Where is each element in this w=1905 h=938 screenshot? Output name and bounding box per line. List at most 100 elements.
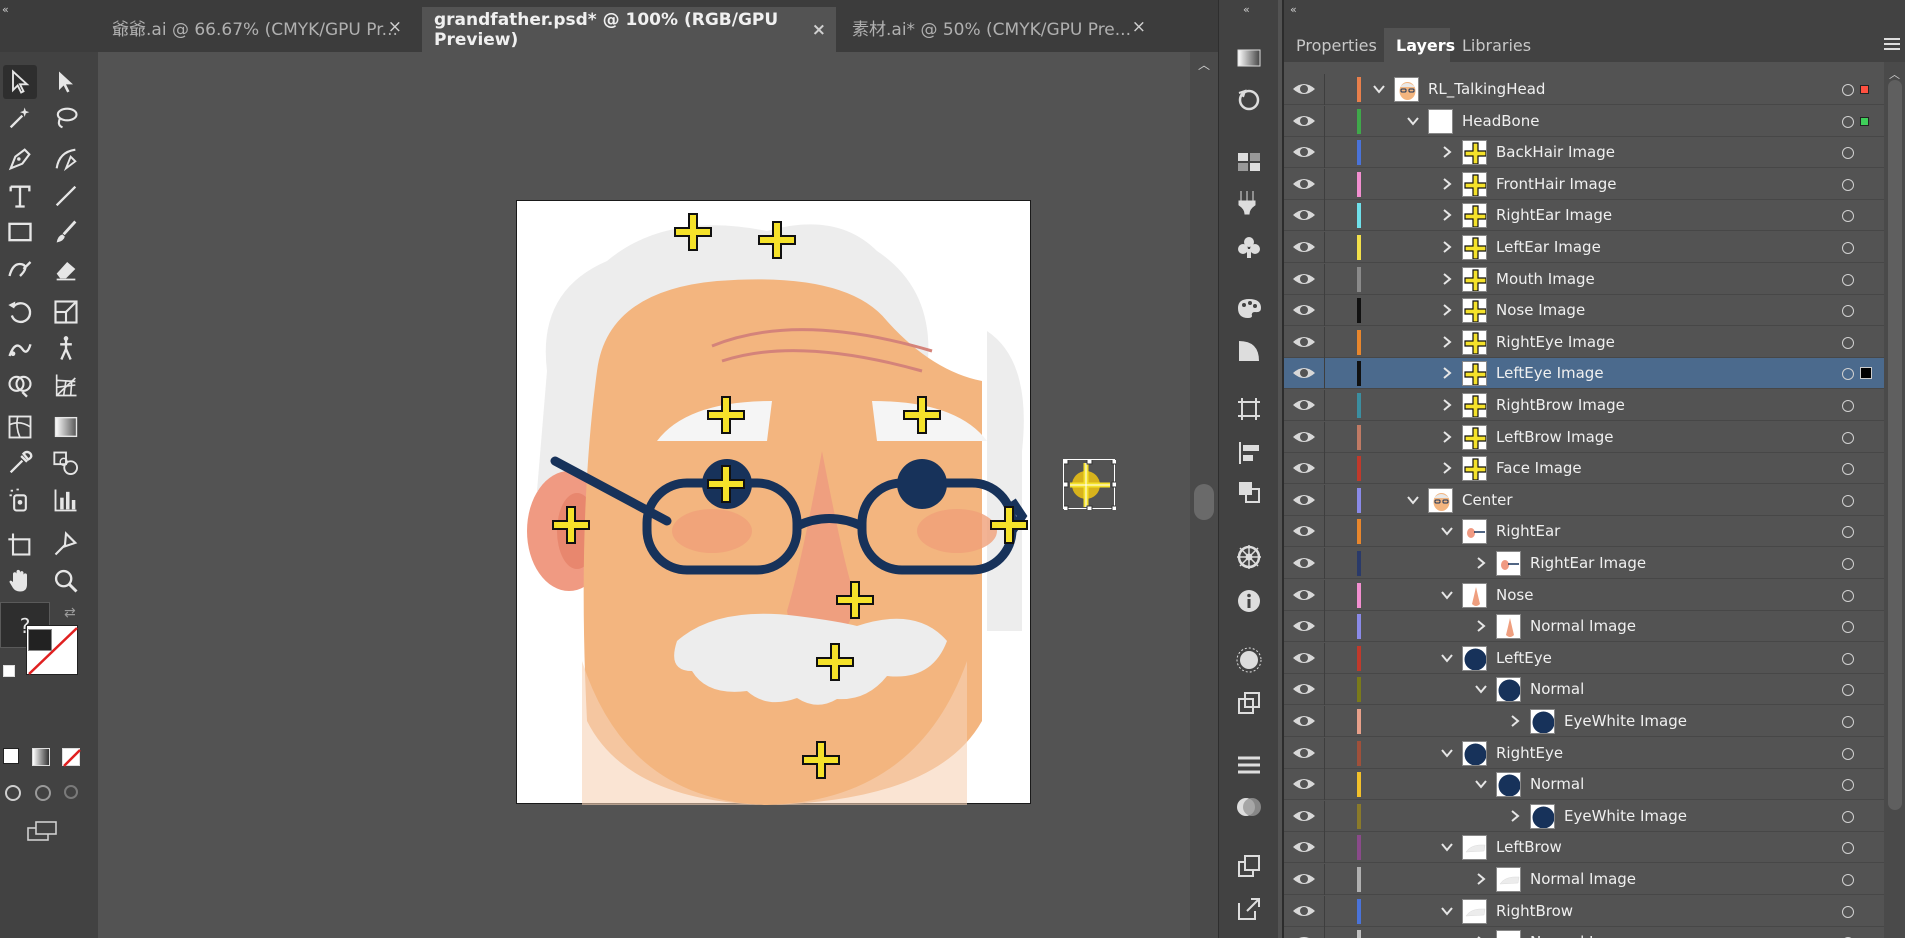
- scale-tool-icon[interactable]: [49, 295, 83, 329]
- target-icon[interactable]: [1842, 336, 1854, 349]
- draw-inside-icon[interactable]: [64, 785, 78, 799]
- layer-row[interactable]: RightEar: [1284, 516, 1884, 548]
- screen-mode-icon[interactable]: [26, 820, 58, 842]
- eyedropper-tool-icon[interactable]: [3, 446, 37, 480]
- layer-name[interactable]: LeftBrow: [1496, 838, 1562, 856]
- layer-name[interactable]: LeftEar Image: [1496, 238, 1601, 256]
- layer-row[interactable]: LeftBrow: [1284, 832, 1884, 864]
- target-icon[interactable]: [1842, 810, 1854, 823]
- canvas-scroll-thumb[interactable]: [1194, 484, 1214, 520]
- none-mode-icon[interactable]: [62, 748, 81, 767]
- visibility-eye-icon[interactable]: [1292, 237, 1316, 257]
- chevron-down-icon[interactable]: [1372, 81, 1386, 95]
- layer-name[interactable]: RightEar: [1496, 522, 1560, 540]
- chevron-down-icon[interactable]: [1406, 113, 1420, 127]
- target-icon[interactable]: [1842, 305, 1854, 318]
- layer-row[interactable]: RightEye: [1284, 737, 1884, 769]
- chevron-right-icon[interactable]: [1440, 239, 1454, 253]
- lock-column[interactable]: [1324, 516, 1325, 548]
- lock-column[interactable]: [1324, 737, 1325, 769]
- chevron-right-icon[interactable]: [1474, 618, 1488, 632]
- target-icon[interactable]: [1842, 652, 1854, 665]
- target-icon[interactable]: [1842, 842, 1854, 855]
- visibility-eye-icon[interactable]: [1292, 363, 1316, 383]
- lock-column[interactable]: [1324, 390, 1325, 421]
- color-mode-icon[interactable]: [3, 748, 19, 764]
- chevron-right-icon[interactable]: [1440, 365, 1454, 380]
- layer-name[interactable]: RightBrow: [1496, 902, 1573, 920]
- target-icon[interactable]: [1842, 747, 1854, 760]
- expand-panels-icon[interactable]: «: [1243, 3, 1250, 16]
- layers-scrollbar[interactable]: ︿: [1884, 62, 1905, 938]
- selection-indicator[interactable]: [1860, 367, 1872, 380]
- layer-row[interactable]: Mouth Image: [1284, 263, 1884, 295]
- target-icon[interactable]: [1842, 463, 1854, 476]
- brushes-panel-icon[interactable]: [1233, 186, 1265, 218]
- visibility-eye-icon[interactable]: [1292, 395, 1316, 415]
- chevron-right-icon[interactable]: [1474, 555, 1488, 569]
- column-graph-tool-icon[interactable]: [49, 483, 83, 517]
- visibility-eye-icon[interactable]: [1292, 79, 1316, 99]
- layer-name[interactable]: EyeWhite Image: [1564, 807, 1687, 825]
- tab-properties[interactable]: Properties: [1284, 28, 1384, 62]
- lock-column[interactable]: [1324, 326, 1325, 358]
- zoom-tool-icon[interactable]: [49, 564, 83, 598]
- layer-name[interactable]: BackHair Image: [1496, 143, 1615, 161]
- chevron-right-icon[interactable]: [1440, 144, 1454, 158]
- chevron-right-icon[interactable]: [1440, 271, 1454, 285]
- chevron-down-icon[interactable]: [1440, 523, 1454, 537]
- selected-bone-object[interactable]: [1062, 458, 1118, 512]
- target-icon[interactable]: [1842, 621, 1854, 634]
- layer-row[interactable]: BackHair Image: [1284, 137, 1884, 169]
- type-tool-icon[interactable]: [3, 179, 37, 213]
- target-icon[interactable]: [1842, 558, 1854, 570]
- layer-row[interactable]: Nose Image: [1284, 295, 1884, 327]
- export-icon[interactable]: [1233, 893, 1265, 925]
- perspective-grid-tool-icon[interactable]: [49, 368, 83, 402]
- paintbrush-tool-icon[interactable]: [49, 215, 83, 249]
- layer-name[interactable]: Nose: [1496, 586, 1533, 604]
- visibility-eye-icon[interactable]: [1292, 932, 1316, 938]
- visibility-eye-icon[interactable]: [1292, 743, 1316, 763]
- document-tab-grandfather-psd[interactable]: grandfather.psd* @ 100% (RGB/GPU Preview…: [422, 7, 836, 52]
- scroll-up-icon[interactable]: ︿: [1198, 56, 1210, 73]
- layer-row[interactable]: EyeWhite Image: [1284, 800, 1884, 832]
- layer-row[interactable]: RL_TalkingHead: [1284, 74, 1884, 105]
- layer-row[interactable]: Normal Image: [1284, 864, 1884, 895]
- chevron-down-icon[interactable]: [1474, 681, 1488, 695]
- puppet-panel-icon[interactable]: [1233, 541, 1265, 573]
- lock-column[interactable]: [1324, 800, 1325, 832]
- chevron-down-icon[interactable]: [1474, 776, 1488, 790]
- layer-row[interactable]: Normal: [1284, 674, 1884, 706]
- layer-name[interactable]: RL_TalkingHead: [1428, 80, 1545, 98]
- target-icon[interactable]: [1842, 431, 1854, 444]
- color-guide-icon[interactable]: [1233, 335, 1265, 367]
- layer-name[interactable]: RightBrow Image: [1496, 396, 1625, 414]
- transparency-panel-icon[interactable]: [1233, 791, 1265, 823]
- chevron-down-icon[interactable]: [1440, 587, 1454, 601]
- target-icon[interactable]: [1842, 874, 1854, 886]
- document-tab-material-ai[interactable]: 素材.ai* @ 50% (CMYK/GPU Pre... ×: [840, 7, 1156, 47]
- layer-row[interactable]: FrontHair Image: [1284, 168, 1884, 200]
- lock-column[interactable]: [1324, 263, 1325, 295]
- rectangle-tool-icon[interactable]: [3, 215, 37, 249]
- layer-name[interactable]: Normal Image: [1530, 617, 1636, 635]
- info-panel-icon[interactable]: [1233, 585, 1265, 617]
- visibility-eye-icon[interactable]: [1292, 300, 1316, 320]
- lock-column[interactable]: [1324, 579, 1325, 611]
- pathfinder-panel-icon[interactable]: [1233, 476, 1265, 508]
- lock-column[interactable]: [1324, 927, 1325, 938]
- align-panel-icon[interactable]: [1233, 437, 1265, 469]
- target-icon[interactable]: [1842, 115, 1854, 128]
- layer-row[interactable]: EyeWhite Image: [1284, 706, 1884, 737]
- close-icon[interactable]: ×: [388, 17, 402, 37]
- hand-tool-icon[interactable]: [3, 564, 37, 598]
- visibility-eye-icon[interactable]: [1292, 585, 1316, 605]
- lock-column[interactable]: [1324, 200, 1325, 232]
- layers-scroll-thumb[interactable]: [1888, 80, 1902, 810]
- lock-column[interactable]: [1324, 611, 1325, 643]
- layer-name[interactable]: HeadBone: [1462, 112, 1539, 130]
- layer-name[interactable]: Mouth Image: [1496, 270, 1595, 288]
- layer-name[interactable]: Normal Image: [1530, 933, 1636, 938]
- collapse-panel-icon[interactable]: «: [1290, 3, 1297, 16]
